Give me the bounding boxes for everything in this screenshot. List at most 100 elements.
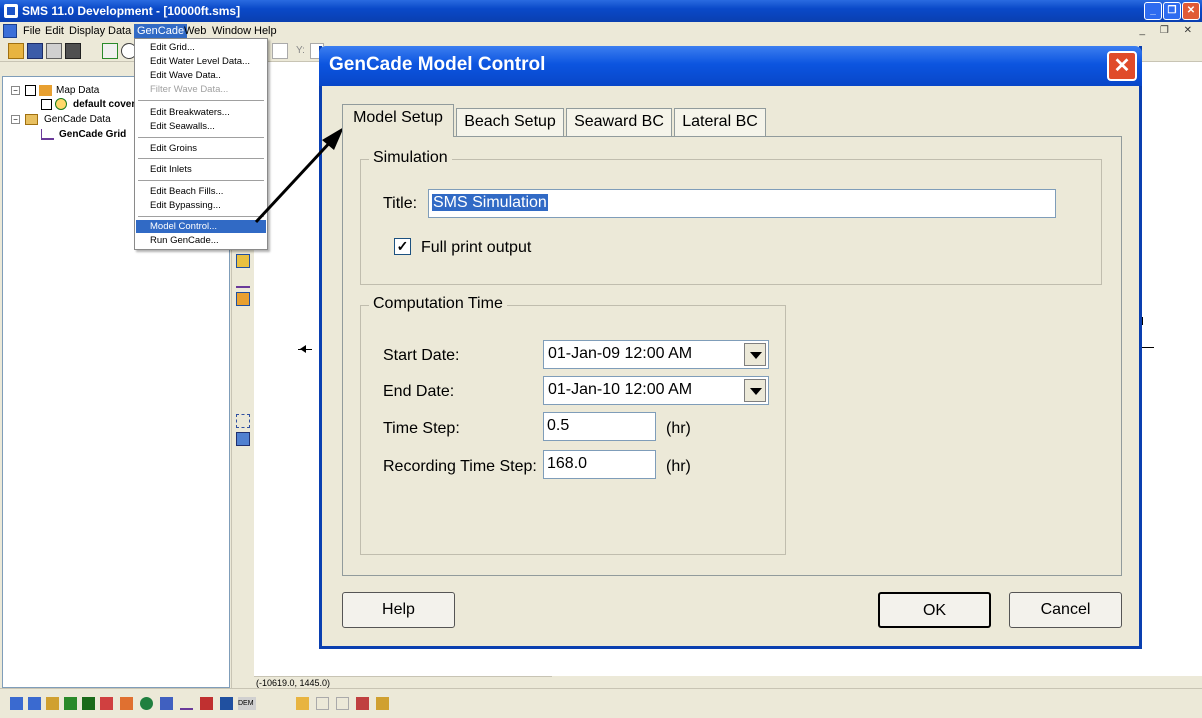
tool-icon-3[interactable] bbox=[236, 292, 250, 306]
menu-edit-wave-data[interactable]: Edit Wave Data.. bbox=[136, 69, 266, 82]
menu-edit-water-level[interactable]: Edit Water Level Data... bbox=[136, 55, 266, 68]
chevron-down-icon[interactable] bbox=[744, 343, 766, 366]
cancel-button[interactable]: Cancel bbox=[1009, 592, 1122, 628]
menu-edit-bypassing[interactable]: Edit Bypassing... bbox=[136, 199, 266, 212]
menu-web[interactable]: Web bbox=[181, 24, 209, 39]
menu-edit-seawalls[interactable]: Edit Seawalls... bbox=[136, 120, 266, 133]
menu-data[interactable]: Data bbox=[105, 24, 134, 39]
help-button[interactable]: Help bbox=[342, 592, 455, 628]
restore-button[interactable]: ❐ bbox=[1163, 2, 1181, 20]
visibility-checkbox[interactable] bbox=[41, 99, 52, 110]
dialog-title: GenCade Model Control bbox=[329, 54, 546, 75]
grid-icon bbox=[41, 129, 54, 140]
tab-beach-setup[interactable]: Beach Setup bbox=[456, 108, 564, 136]
module-icon-11[interactable] bbox=[200, 697, 213, 710]
start-date-value: 01-Jan-09 12:00 AM bbox=[548, 345, 693, 362]
module-icon-3[interactable] bbox=[46, 697, 59, 710]
model-control-dialog: GenCade Model Control ✕ Model Setup Beac… bbox=[319, 46, 1142, 649]
tool-icon-b[interactable] bbox=[316, 697, 329, 710]
open-icon[interactable] bbox=[8, 43, 24, 59]
menu-model-control[interactable]: Model Control... bbox=[136, 220, 266, 233]
mdi-window-controls[interactable]: _ ❐ ✕ bbox=[1140, 25, 1198, 36]
tab-lateral-bc[interactable]: Lateral BC bbox=[674, 108, 766, 136]
module-icon-5[interactable] bbox=[82, 697, 95, 710]
menu-filter-wave-data: Filter Wave Data... bbox=[150, 84, 229, 95]
tool-icon-a[interactable] bbox=[296, 697, 309, 710]
dialog-close-button[interactable]: ✕ bbox=[1107, 51, 1137, 81]
menu-edit-breakwaters[interactable]: Edit Breakwaters... bbox=[136, 106, 266, 119]
print-icon[interactable] bbox=[46, 43, 62, 59]
delete-icon[interactable] bbox=[65, 43, 81, 59]
tree-item-label: Map Data bbox=[56, 85, 100, 96]
dem-icon[interactable]: DEM bbox=[238, 697, 256, 710]
tool-icon-5[interactable] bbox=[236, 432, 250, 446]
module-icon-6[interactable] bbox=[100, 697, 113, 710]
end-date-select[interactable]: 01-Jan-10 12:00 AM bbox=[543, 376, 769, 405]
time-step-input[interactable]: 0.5 bbox=[543, 412, 656, 441]
tab-seaward-bc[interactable]: Seaward BC bbox=[566, 108, 672, 136]
recording-step-label: Recording Time Step: bbox=[383, 458, 537, 475]
save-icon[interactable] bbox=[27, 43, 43, 59]
tool-icon-e[interactable] bbox=[376, 697, 389, 710]
document-icon[interactable] bbox=[3, 24, 17, 38]
menu-separator bbox=[138, 158, 264, 159]
arrow-left-icon bbox=[300, 345, 306, 353]
menu-run-gencade[interactable]: Run GenCade... bbox=[136, 234, 266, 247]
menu-gencade[interactable]: GenCade bbox=[134, 24, 188, 39]
menu-edit-beach-fills[interactable]: Edit Beach Fills... bbox=[136, 185, 266, 198]
app-title: SMS 11.0 Development - [10000ft.sms] bbox=[22, 4, 241, 18]
map-data-icon bbox=[39, 85, 52, 96]
menu-file[interactable]: File bbox=[20, 24, 44, 39]
module-icon-2[interactable] bbox=[28, 697, 41, 710]
menu-edit-grid[interactable]: Edit Grid... bbox=[136, 41, 266, 54]
tree-item-label: default cover bbox=[73, 99, 136, 110]
module-icon-1[interactable] bbox=[10, 697, 23, 710]
full-print-label: Full print output bbox=[421, 239, 532, 256]
coverage-icon bbox=[55, 98, 67, 110]
module-icon-12[interactable] bbox=[220, 697, 233, 710]
tool-icon-d[interactable] bbox=[356, 697, 369, 710]
folder-icon bbox=[25, 114, 38, 125]
minimize-button[interactable]: _ bbox=[1144, 2, 1162, 20]
app-title-bar: SMS 11.0 Development - [10000ft.sms] _ ❐… bbox=[0, 0, 1202, 22]
module-icon-9[interactable] bbox=[160, 697, 173, 710]
tool-icon-4[interactable] bbox=[236, 414, 250, 428]
module-icon-4[interactable] bbox=[64, 697, 77, 710]
refresh-icon[interactable] bbox=[102, 43, 118, 59]
tool-icon-2[interactable] bbox=[236, 274, 250, 288]
title-label: Title: bbox=[383, 195, 418, 212]
module-icon-gencade[interactable] bbox=[180, 697, 193, 710]
end-date-value: 01-Jan-10 12:00 AM bbox=[548, 381, 693, 398]
ok-button[interactable]: OK bbox=[878, 592, 991, 628]
chevron-down-icon[interactable] bbox=[744, 379, 766, 402]
module-icon-8[interactable] bbox=[140, 697, 153, 710]
collapse-icon[interactable]: − bbox=[11, 115, 20, 124]
visibility-checkbox[interactable] bbox=[25, 85, 36, 96]
recording-step-input[interactable]: 168.0 bbox=[543, 450, 656, 479]
sms-logo-icon bbox=[4, 4, 18, 18]
simulation-group: Simulation Title: SMS Simulation ✓ Full … bbox=[360, 149, 1102, 285]
full-print-checkbox[interactable]: ✓ bbox=[394, 238, 411, 255]
module-icon-7[interactable] bbox=[120, 697, 133, 710]
menu-help[interactable]: Help bbox=[251, 24, 280, 39]
y-coord-label: Y: bbox=[296, 45, 305, 56]
menu-display[interactable]: Display bbox=[66, 24, 108, 39]
menu-edit-groins[interactable]: Edit Groins bbox=[136, 142, 266, 155]
collapse-icon[interactable]: − bbox=[11, 86, 20, 95]
menu-edit[interactable]: Edit bbox=[42, 24, 67, 39]
menu-window[interactable]: Window bbox=[209, 24, 254, 39]
tool-icon-1[interactable] bbox=[236, 254, 250, 268]
close-button[interactable]: ✕ bbox=[1182, 2, 1200, 20]
end-date-label: End Date: bbox=[383, 383, 455, 400]
x-coord-field[interactable] bbox=[272, 43, 288, 59]
time-step-unit: (hr) bbox=[666, 420, 691, 437]
menu-separator bbox=[138, 180, 264, 181]
menu-separator bbox=[138, 100, 264, 101]
computation-time-group: Computation Time Start Date: 01-Jan-09 1… bbox=[360, 295, 786, 555]
tab-model-setup[interactable]: Model Setup bbox=[342, 104, 454, 137]
tool-icon-c[interactable] bbox=[336, 697, 349, 710]
title-input[interactable]: SMS Simulation bbox=[428, 189, 1056, 218]
computation-group-label: Computation Time bbox=[369, 295, 507, 313]
menu-edit-inlets[interactable]: Edit Inlets bbox=[136, 163, 266, 176]
start-date-select[interactable]: 01-Jan-09 12:00 AM bbox=[543, 340, 769, 369]
